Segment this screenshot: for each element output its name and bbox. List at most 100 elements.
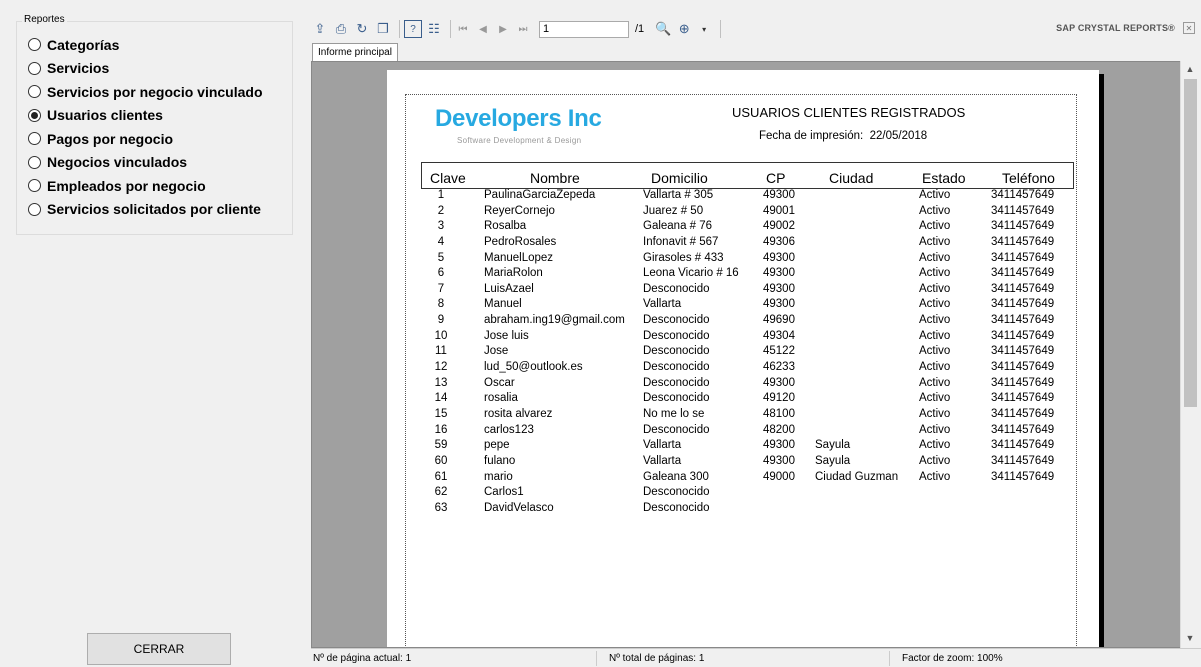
- report-option[interactable]: Servicios: [28, 57, 263, 81]
- table-cell: 15: [434, 407, 448, 420]
- table-cell: LuisAzael: [484, 282, 534, 295]
- table-cell: 13: [434, 376, 448, 389]
- table-row: 60 fulano Vallarta 49300 Sayula Activo 3411457…: [421, 455, 1074, 471]
- page-total-label: /1: [635, 23, 645, 35]
- table-cell: 3411457649: [991, 470, 1055, 483]
- table-cell: 3411457649: [991, 329, 1055, 342]
- table-cell: 59: [434, 439, 448, 452]
- print-date: Fecha de impresión: 22/05/2018: [759, 130, 927, 142]
- table-cell: DavidVelasco: [484, 501, 554, 514]
- table-row: 1 PaulinaGarciaZepeda Vallarta # 305 49300 A…: [421, 189, 1074, 205]
- radio-unchecked-icon[interactable]: [28, 155, 41, 169]
- table-cell: Manuel: [484, 298, 522, 311]
- table-cell: 12: [434, 361, 448, 374]
- table-cell: PedroRosales: [484, 235, 557, 248]
- table-cell: Leona Vicario # 16: [643, 267, 739, 280]
- table-cell: ManuelLopez: [484, 251, 554, 264]
- find-icon[interactable]: 🔍: [654, 20, 672, 38]
- status-divider: [889, 651, 890, 666]
- table-cell: Carlos1: [484, 486, 524, 499]
- table-cell: Activo: [919, 454, 951, 467]
- table-cell: 3411457649: [991, 189, 1055, 201]
- table-cell: 49000: [763, 470, 795, 483]
- help-icon[interactable]: ?: [404, 20, 422, 38]
- table-cell: 16: [434, 423, 448, 436]
- scroll-up-icon[interactable]: ▲: [1181, 61, 1199, 77]
- report-option[interactable]: Usuarios clientes: [28, 104, 263, 128]
- table-cell: Oscar: [484, 376, 515, 389]
- export-icon[interactable]: ⇪: [311, 20, 329, 38]
- scroll-thumb[interactable]: [1184, 79, 1197, 407]
- table-cell: Activo: [919, 329, 951, 342]
- tab-main-report[interactable]: Informe principal: [312, 43, 398, 61]
- table-cell: 2: [437, 204, 445, 217]
- table-cell: Desconocido: [643, 329, 710, 342]
- table-cell: 49300: [763, 282, 795, 295]
- table-cell: Activo: [919, 189, 951, 201]
- copy-icon[interactable]: ❐: [374, 20, 392, 38]
- table-cell: 3411457649: [991, 267, 1055, 280]
- scroll-down-icon[interactable]: ▼: [1181, 630, 1199, 646]
- report-option-label: Usuarios clientes: [47, 107, 163, 124]
- radio-unchecked-icon[interactable]: [28, 85, 41, 99]
- radio-unchecked-icon[interactable]: [28, 132, 41, 146]
- report-option[interactable]: Categorías: [28, 33, 263, 57]
- table-cell: 49001: [763, 204, 795, 217]
- table-row: 6 MariaRolon Leona Vicario # 16 49300 Activo…: [421, 267, 1074, 283]
- report-option[interactable]: Servicios por negocio vinculado: [28, 80, 263, 104]
- table-cell: 1: [437, 189, 445, 201]
- table-cell: PaulinaGarciaZepeda: [484, 189, 596, 201]
- table-cell: 6: [437, 267, 445, 280]
- table-cell: 46233: [763, 361, 795, 374]
- table-cell: Rosalba: [484, 220, 527, 233]
- table-cell: Ciudad Guzman: [815, 470, 899, 483]
- next-page-icon[interactable]: ▶: [495, 24, 511, 35]
- table-cell: mario: [484, 470, 513, 483]
- table-cell: Juarez # 50: [643, 204, 704, 217]
- table-cell: 63: [434, 501, 448, 514]
- radio-unchecked-icon[interactable]: [28, 38, 41, 52]
- table-cell: 48200: [763, 423, 795, 436]
- table-cell: Activo: [919, 204, 951, 217]
- table-cell: 61: [434, 470, 448, 483]
- report-option-label: Servicios por negocio vinculado: [47, 83, 263, 100]
- table-cell: 48100: [763, 407, 795, 420]
- radio-unchecked-icon[interactable]: [28, 179, 41, 193]
- report-options: Categorías Servicios Servicios por negocio…: [28, 33, 263, 221]
- refresh-icon[interactable]: ↻: [353, 20, 371, 38]
- table-cell: 49300: [763, 298, 795, 311]
- first-page-icon[interactable]: ⏮: [455, 24, 471, 35]
- vertical-scrollbar[interactable]: ▲ ▼: [1180, 61, 1200, 648]
- table-cell: 49300: [763, 267, 795, 280]
- table-row: 4 PedroRosales Infonavit # 567 49306 Activo 3…: [421, 236, 1074, 252]
- chevron-down-icon[interactable]: ▾: [696, 25, 712, 34]
- zoom-icon[interactable]: ⊕: [675, 20, 693, 38]
- table-cell: Infonavit # 567: [643, 235, 719, 248]
- table-cell: Activo: [919, 361, 951, 374]
- table-cell: 49300: [763, 251, 795, 264]
- radio-checked-icon[interactable]: [28, 108, 41, 122]
- report-option[interactable]: Servicios solicitados por cliente: [28, 198, 263, 222]
- report-option[interactable]: Empleados por negocio: [28, 174, 263, 198]
- close-button[interactable]: CERRAR: [87, 633, 231, 665]
- report-option[interactable]: Pagos por negocio: [28, 127, 263, 151]
- table-row: 63 DavidVelasco Desconocido: [421, 502, 1074, 518]
- group-tree-icon[interactable]: ☷: [425, 20, 443, 38]
- table-cell: Desconocido: [643, 392, 710, 405]
- radio-unchecked-icon[interactable]: [28, 202, 41, 216]
- page-number-input[interactable]: 1: [539, 20, 629, 38]
- close-icon[interactable]: ✕: [1183, 22, 1195, 34]
- table-cell: 49304: [763, 329, 795, 342]
- last-page-icon[interactable]: ⏭: [515, 24, 531, 35]
- table-cell: 11: [435, 345, 447, 358]
- previous-page-icon[interactable]: ◀: [475, 24, 491, 35]
- table-row: 13 Oscar Desconocido 49300 Activo 3411457649: [421, 377, 1074, 393]
- report-option-label: Pagos por negocio: [47, 130, 174, 147]
- table-cell: Desconocido: [643, 314, 710, 327]
- print-icon[interactable]: ⎙: [332, 20, 350, 38]
- radio-unchecked-icon[interactable]: [28, 61, 41, 75]
- company-logo-subtitle: Software Development & Design: [457, 136, 582, 145]
- report-option[interactable]: Negocios vinculados: [28, 151, 263, 175]
- table-cell: 3411457649: [991, 282, 1055, 295]
- brand-label: SAP CRYSTAL REPORTS®: [1056, 23, 1175, 33]
